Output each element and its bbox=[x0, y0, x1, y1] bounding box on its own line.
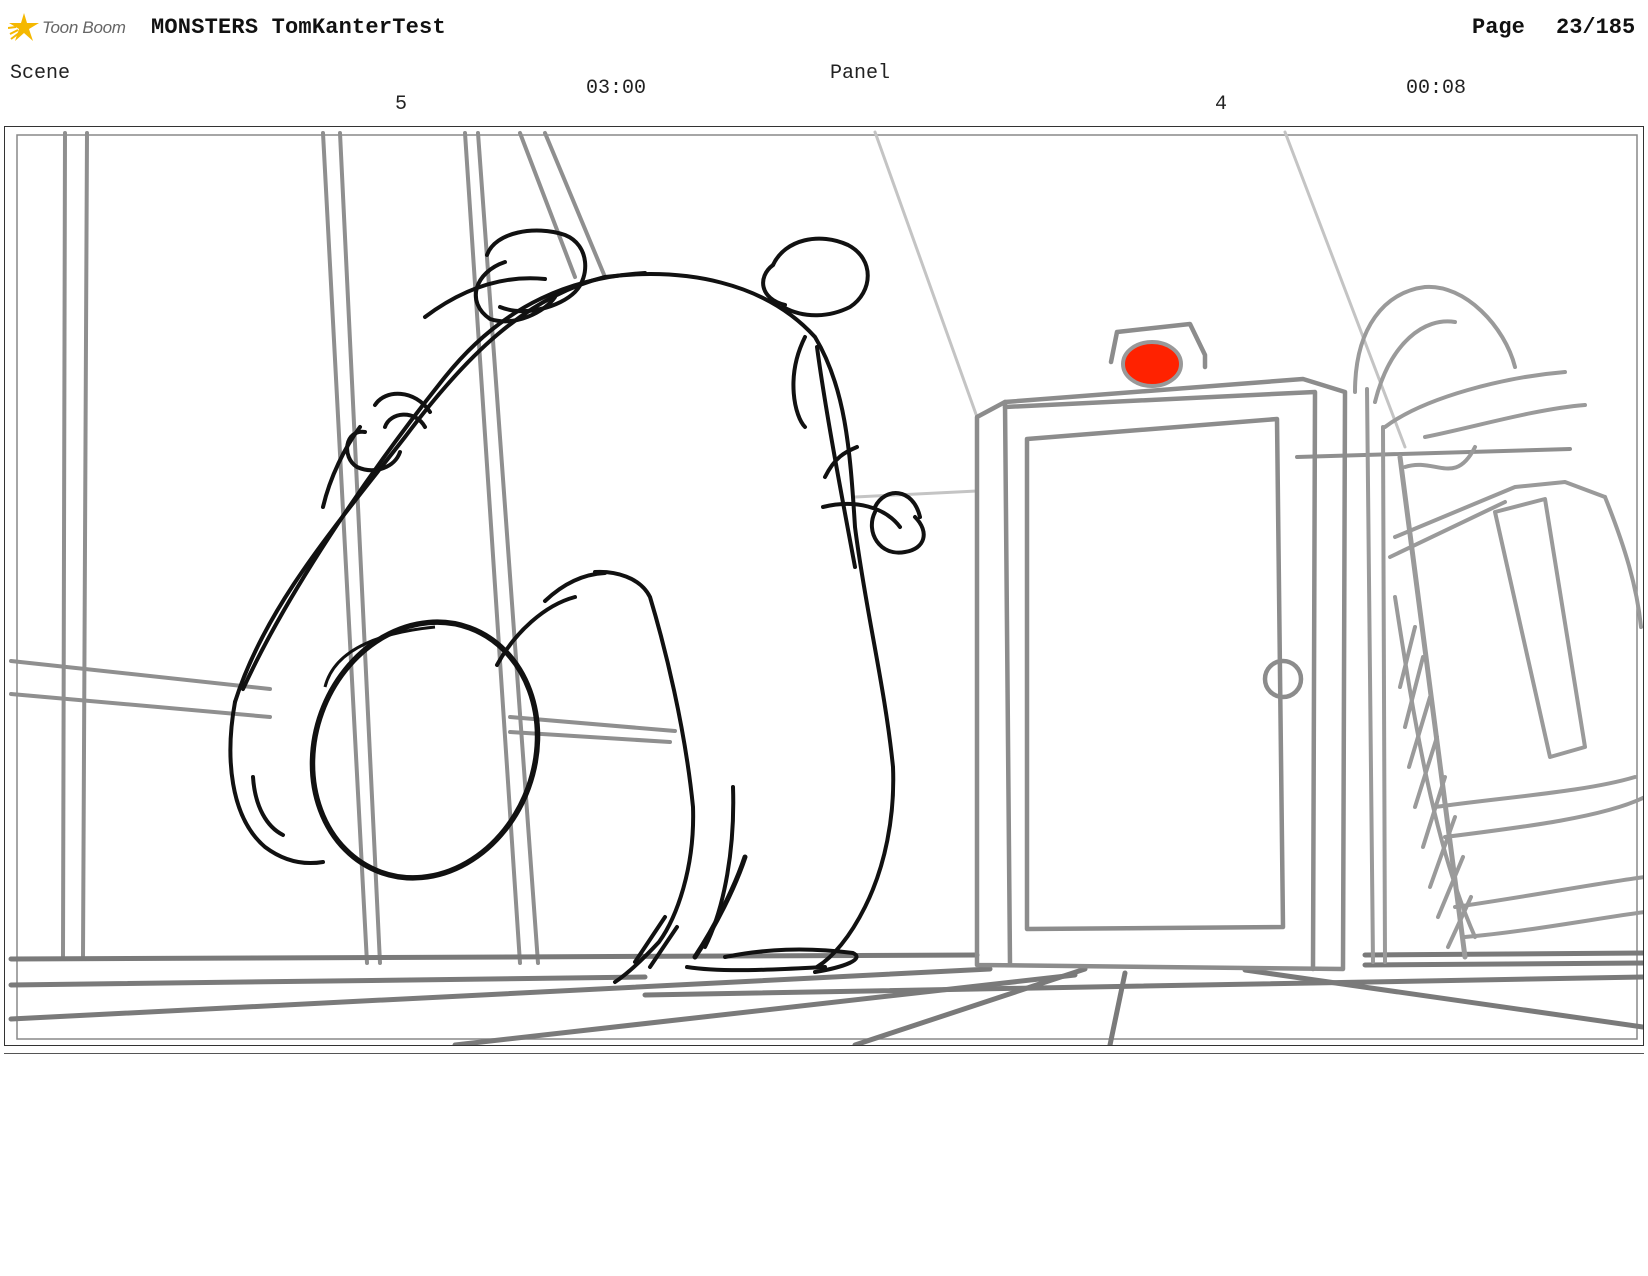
page-label: Page bbox=[1472, 15, 1525, 40]
toon-boom-star-logo-icon bbox=[8, 13, 39, 41]
panel-bottom-rule bbox=[4, 1053, 1644, 1054]
scene-duration: 03:00 bbox=[586, 77, 647, 100]
brand-name: Toon Boom bbox=[42, 18, 126, 37]
storyboard-sketch bbox=[8, 130, 1643, 1045]
page-number: 23/185 bbox=[1556, 15, 1636, 40]
monster-body bbox=[228, 271, 902, 984]
background-light-lines bbox=[853, 130, 1407, 499]
scene-label: Scene bbox=[10, 62, 71, 85]
alarm-light bbox=[1121, 340, 1183, 388]
door-frame bbox=[974, 321, 1348, 972]
panel-duration: 00:08 bbox=[1406, 77, 1467, 100]
safe-frame bbox=[16, 134, 1638, 1040]
background-window-lines bbox=[9, 131, 1572, 965]
storyboard-panel bbox=[4, 126, 1644, 1046]
floor-lines bbox=[8, 950, 1643, 1045]
panel-label: Panel bbox=[830, 62, 891, 85]
project-title: MONSTERS TomKanterTest bbox=[151, 15, 446, 40]
side-machine bbox=[1353, 284, 1643, 964]
panel-number: 4 bbox=[1215, 93, 1228, 116]
page-header: Toon Boom MONSTERS TomKanterTest Page 23… bbox=[0, 0, 1648, 60]
toon-boom-logo: Toon Boom bbox=[8, 10, 138, 46]
scene-number: 5 bbox=[395, 93, 408, 116]
